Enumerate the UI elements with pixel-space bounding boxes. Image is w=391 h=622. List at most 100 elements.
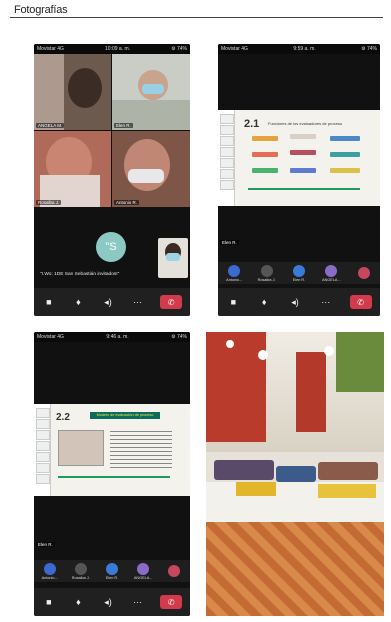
thumbnail (220, 125, 234, 135)
participant[interactable]: ANGELA... (321, 264, 341, 282)
participant-label: Rosalba J. (71, 575, 90, 580)
status-battery: ⚙ 74% (171, 334, 187, 340)
screenshot-slide-2-1: Movistar 4G 9:59 a. m. ⚙ 74% 2.1 Funcion… (218, 44, 380, 316)
status-bar: Movistar 4G 9:59 a. m. ⚙ 74% (218, 44, 380, 54)
presenter-name: Elen R. (220, 240, 239, 245)
avatar[interactable]: "S (96, 232, 126, 262)
mic-icon[interactable]: ♦ (257, 296, 271, 308)
slide-photo (58, 430, 104, 466)
diagram-box (252, 152, 278, 157)
video-tile[interactable]: Rosalba J. (34, 131, 111, 207)
video-icon[interactable]: ■ (226, 296, 240, 308)
participant[interactable] (164, 564, 184, 578)
more-icon[interactable]: ··· (131, 296, 145, 308)
diagram-box (290, 168, 316, 173)
video-tile[interactable]: Antonio R. (112, 131, 190, 207)
participant-strip: Antonio... Rosalba J. Elen R. ANGELA... (218, 262, 380, 284)
video-tile[interactable]: ANGELA M. (34, 54, 111, 130)
status-battery: ⚙ 74% (361, 46, 377, 52)
presenter-name: Elen R. (36, 542, 55, 547)
participant-label: ANGELA... (322, 277, 341, 282)
more-icon[interactable]: ··· (319, 296, 333, 308)
speaker-icon[interactable]: ◂) (101, 596, 115, 608)
video-icon[interactable]: ■ (42, 296, 56, 308)
self-view-tile[interactable] (158, 238, 188, 278)
screenshot-gallery: Movistar 4G 10:09 a. m. ⚙ 74% ANGELA M. … (34, 44, 190, 316)
call-controls: ■ ♦ ◂) ··· ✆ (218, 288, 380, 316)
shared-slide: 2.2 Modelo de evaluación de proceso (34, 404, 190, 496)
thumbnail (36, 408, 50, 418)
status-battery: ⚙ 74% (171, 46, 187, 52)
mic-icon[interactable]: ♦ (71, 596, 85, 608)
participant[interactable]: Rosalba J. (71, 562, 91, 580)
tile-name: Antonio R. (114, 200, 140, 205)
status-time: 9:59 a. m. (293, 46, 316, 52)
diagram-box (290, 150, 316, 155)
participant[interactable] (354, 266, 374, 280)
speaker-icon[interactable]: ◂) (101, 296, 115, 308)
status-time: 10:09 a. m. (105, 46, 131, 52)
meeting-caption: "I.Wo: 1DE San Sebastián invitados!" (40, 272, 120, 277)
tile-name: ANGELA M. (36, 123, 65, 128)
mask (142, 84, 164, 94)
thumbnail (36, 419, 50, 429)
hangup-icon[interactable]: ✆ (160, 295, 183, 309)
hangup-icon[interactable]: ✆ (160, 595, 183, 609)
participant[interactable]: Antonio... (224, 264, 244, 282)
slide-underline (58, 476, 170, 478)
hangup-icon[interactable]: ✆ (349, 295, 372, 309)
slide-heading: Modelo de evaluación de proceso (90, 412, 160, 419)
screenshot-slide-2-2: Movistar 4G 9:46 a. m. ⚙ 74% 2.2 Modelo … (34, 332, 190, 616)
thumbnail (220, 114, 234, 124)
participant-label: Rosalba J. (257, 277, 276, 282)
slide-thumbnails (34, 404, 51, 496)
participant-label: Antonio... (226, 277, 243, 282)
tile-name: Rosalba J. (36, 200, 62, 205)
thumbnail (220, 169, 234, 179)
mask (166, 253, 180, 261)
participant[interactable]: Antonio... (40, 562, 60, 580)
participant-strip: Antonio... Rosalba J. Elen R. ANGELA... (34, 560, 190, 582)
slide-number: 2.1 (244, 118, 260, 130)
thumbnail (220, 158, 234, 168)
thumbnail (36, 474, 50, 484)
status-carrier: Movistar 4G (37, 46, 64, 52)
call-controls: ■ ♦ ◂) ··· ✆ (34, 588, 190, 616)
diagram-box (330, 168, 360, 173)
diagram-box (290, 134, 316, 139)
participant-label: Elen R. (105, 575, 119, 580)
participant[interactable]: ANGELA... (133, 562, 153, 580)
meeting-room-photo (206, 332, 384, 616)
thumbnail (220, 180, 234, 190)
slide-number: 2.2 (56, 412, 70, 423)
thumbnail (220, 136, 234, 146)
status-carrier: Movistar 4G (221, 46, 248, 52)
participant[interactable]: Elen R. (289, 264, 309, 282)
slide-heading: Funciones de los evaluadores de proceso (268, 121, 343, 126)
video-icon[interactable]: ■ (42, 596, 56, 608)
mask (128, 169, 164, 183)
thumbnail (36, 452, 50, 462)
status-bar: Movistar 4G 9:46 a. m. ⚙ 74% (34, 332, 190, 342)
status-bar: Movistar 4G 10:09 a. m. ⚙ 74% (34, 44, 190, 54)
participant-image (68, 68, 102, 108)
thumbnail (36, 430, 50, 440)
slide-underline (248, 188, 360, 190)
participant-label: Antonio... (41, 575, 58, 580)
participant[interactable]: Elen R. (102, 562, 122, 580)
more-icon[interactable]: ··· (131, 596, 145, 608)
video-tile[interactable]: Elen R. (112, 54, 190, 130)
thumbnail (220, 147, 234, 157)
shared-slide: 2.1 Funciones de los evaluadores de proc… (218, 110, 380, 206)
participant-label: ANGELA... (133, 575, 153, 580)
diagram-box (252, 136, 278, 141)
participant-image (124, 139, 170, 191)
mic-icon[interactable]: ♦ (71, 296, 85, 308)
status-time: 9:46 a. m. (106, 334, 129, 340)
call-controls: ■ ♦ ◂) ··· ✆ (34, 288, 190, 316)
participant[interactable]: Rosalba J. (257, 264, 277, 282)
slide-thumbnails (218, 110, 235, 206)
thumbnail (36, 463, 50, 473)
speaker-icon[interactable]: ◂) (288, 296, 302, 308)
diagram-box (330, 152, 360, 157)
